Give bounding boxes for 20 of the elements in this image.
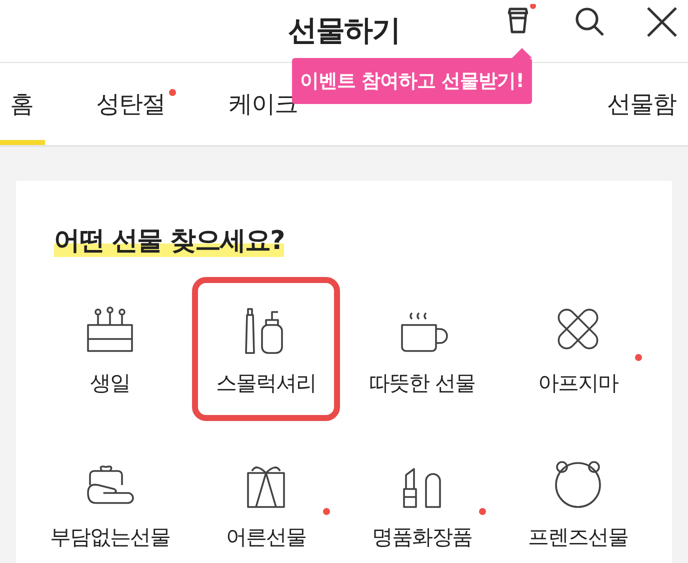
category-item[interactable]: 프렌즈선물 [504,431,652,563]
category-label: 명품화장품 [372,524,472,551]
category-label: 부담없는선물 [50,524,170,551]
category-item[interactable]: 어른선물 [192,431,340,563]
category-item[interactable]: 명품화장품 [348,431,496,563]
category-item[interactable]: 따뜻한 선물 [348,277,496,421]
category-item[interactable]: 스몰럭셔리 [192,277,340,421]
category-item[interactable]: 부담없는선물 [36,431,184,563]
category-label: 생일 [90,370,130,397]
category-item[interactable]: 생일 [36,277,184,421]
category-item[interactable]: 아프지마 [504,277,652,421]
category-label: 따뜻한 선물 [369,370,475,397]
category-tab[interactable]: 선물함 [604,63,688,145]
category-tab[interactable]: 홈 [0,63,45,145]
page-title: 선물하기 [288,12,400,49]
category-label: 프렌즈선물 [528,524,628,551]
category-label: 어른선물 [226,524,306,551]
category-label: 아프지마 [538,370,618,397]
category-tab[interactable]: 성탄절 [94,63,178,145]
category-label: 스몰럭셔리 [216,370,316,397]
